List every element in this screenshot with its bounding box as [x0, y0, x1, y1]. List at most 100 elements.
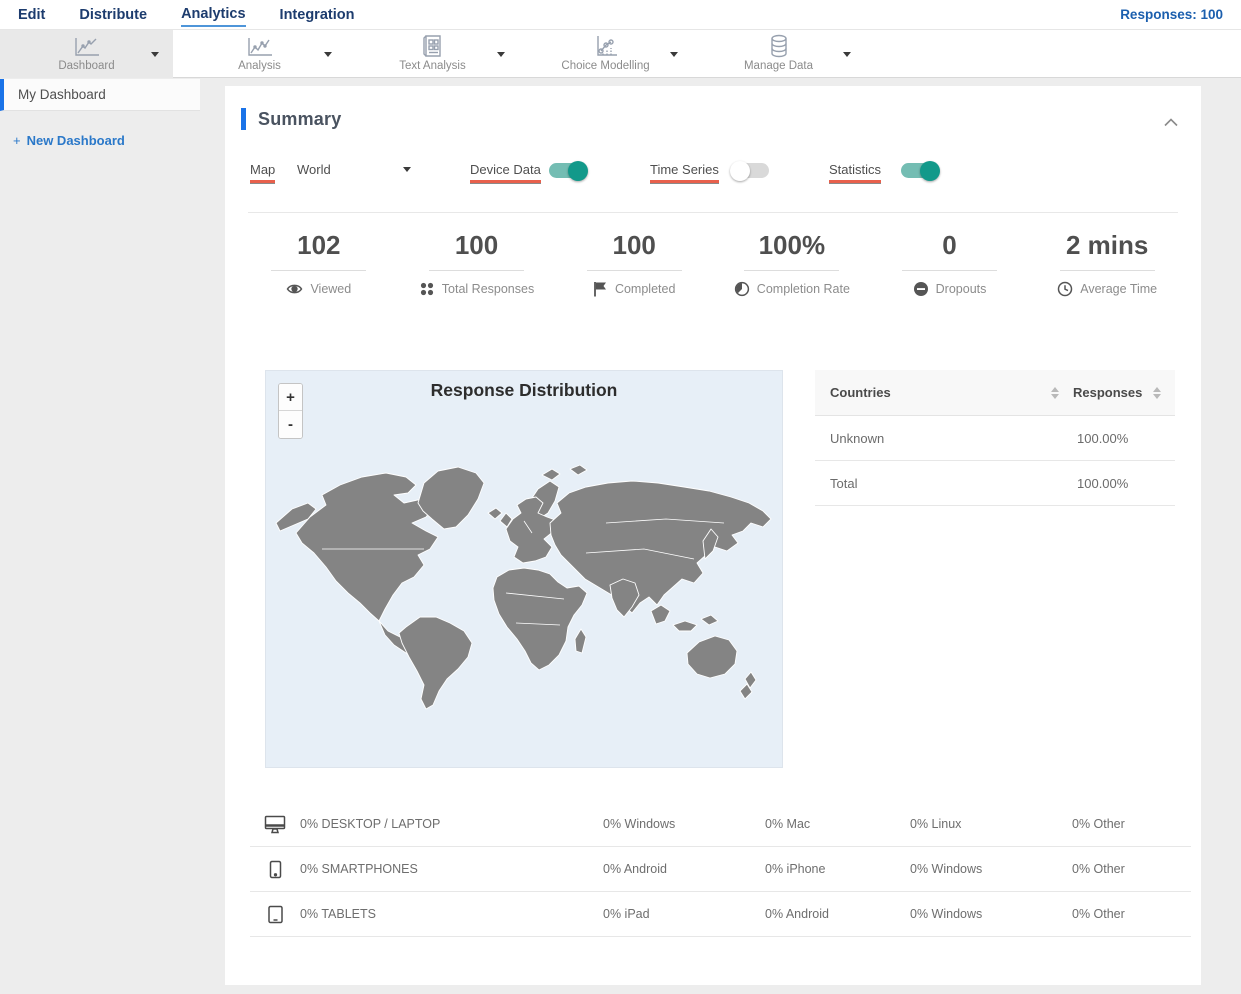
countries-column-header[interactable]: Countries: [830, 385, 1051, 400]
tab-label: Dashboard: [58, 60, 115, 72]
tab-label: Manage Data: [743, 60, 814, 72]
sidebar-item-my-dashboard[interactable]: My Dashboard: [0, 79, 200, 111]
map-zoom-controls: + -: [278, 383, 303, 439]
tab-dashboard[interactable]: Dashboard: [0, 30, 173, 78]
zoom-out-button[interactable]: -: [279, 411, 302, 438]
document-grid-icon: [421, 35, 445, 58]
chevron-down-icon[interactable]: [843, 52, 851, 57]
divider: [902, 270, 998, 271]
map-region-india: [609, 578, 640, 618]
divider: [429, 270, 524, 271]
stat-total-responses: 100 Total Responses: [398, 230, 556, 297]
stat-value: 102: [297, 230, 341, 260]
device-stat: 0% Windows: [910, 862, 983, 876]
dashboard-sidebar: My Dashboard + New Dashboard: [0, 79, 200, 994]
desktop-icon: [264, 815, 286, 833]
device-row-smartphones: 0% SMARTPHONES 0% Android 0% iPhone 0% W…: [250, 847, 1191, 892]
plus-icon: +: [13, 133, 21, 148]
time-series-label: Time Series: [650, 162, 719, 183]
map-title: Response Distribution: [430, 380, 618, 400]
stat-label: Average Time: [1080, 282, 1158, 296]
countries-table: Countries Responses Unknown 100.00% Tota…: [815, 370, 1175, 506]
device-label: 0% TABLETS: [300, 907, 376, 921]
collapse-section-button[interactable]: [1163, 114, 1179, 132]
stat-label: Dropouts: [935, 282, 987, 296]
chevron-down-icon[interactable]: [670, 52, 678, 57]
analytics-toolbar: Dashboard Analysis Text Analysis Choice …: [0, 30, 1241, 78]
countries-table-header: Countries Responses: [815, 370, 1175, 416]
section-accent-bar: [241, 108, 246, 130]
map-region-south-america: [398, 616, 473, 710]
world-map[interactable]: [266, 371, 782, 767]
responses-count-link[interactable]: Responses: 100: [1120, 7, 1223, 22]
responses-column-header[interactable]: Responses: [1073, 385, 1153, 400]
summary-controls: Map World Device Data Time Series Statis…: [225, 156, 1201, 188]
country-name: Total: [830, 475, 858, 491]
database-icon: [767, 34, 791, 58]
nav-item-integration[interactable]: Integration: [280, 3, 355, 26]
sidebar-item-label: My Dashboard: [18, 87, 106, 102]
sort-icon[interactable]: [1153, 386, 1161, 399]
response-map-panel: Response Distribution + -: [265, 370, 783, 768]
stat-value: 100: [454, 230, 499, 260]
zoom-in-button[interactable]: +: [279, 384, 302, 411]
line-chart-icon: [72, 36, 102, 58]
tab-label: Choice Modelling: [561, 60, 650, 72]
map-region-new-guinea: [700, 614, 719, 626]
toggle-knob: [730, 160, 750, 181]
country-responses: 100.00%: [1077, 475, 1129, 491]
chevron-down-icon[interactable]: [324, 52, 332, 57]
map-region-dropdown[interactable]: World: [297, 162, 411, 177]
nav-item-distribute[interactable]: Distribute: [79, 3, 147, 26]
new-dashboard-button[interactable]: + New Dashboard: [13, 133, 200, 148]
map-label: Map: [250, 162, 276, 183]
summary-card: Summary Map World Device Data Time Serie…: [225, 86, 1201, 985]
stat-value: 2 mins: [1066, 230, 1149, 260]
device-data-toggle[interactable]: [549, 160, 588, 181]
top-navigation: Edit Distribute Analytics Integration Re…: [0, 0, 1241, 30]
map-region-iceland: [487, 507, 503, 520]
stat-dropouts: 0 Dropouts: [871, 230, 1029, 297]
toggle-knob: [920, 160, 940, 181]
summary-header: Summary: [241, 108, 341, 130]
divider: [586, 270, 682, 271]
minus-circle-icon: [913, 282, 928, 296]
tab-choice-modelling[interactable]: Choice Modelling: [519, 30, 692, 78]
smartphone-icon: [269, 860, 282, 878]
stat-value: 100: [612, 230, 656, 260]
toggle-knob: [568, 160, 588, 181]
nav-item-edit[interactable]: Edit: [18, 3, 45, 26]
device-stat: 0% Linux: [910, 817, 962, 831]
divider: [1059, 270, 1155, 271]
tab-analysis[interactable]: Analysis: [173, 30, 346, 78]
tab-text-analysis[interactable]: Text Analysis: [346, 30, 519, 78]
page-title: Summary: [258, 108, 342, 129]
stat-label: Viewed: [310, 282, 352, 296]
chevron-down-icon[interactable]: [151, 52, 159, 57]
statistics-toggle[interactable]: [901, 160, 940, 181]
chevron-up-icon: [1164, 118, 1178, 127]
dots-grid-icon: [420, 282, 433, 296]
kpi-stats-row: 102 Viewed 100 Total Responses 100 Compl…: [240, 230, 1186, 297]
map-region-value: World: [297, 162, 331, 177]
time-series-toggle[interactable]: [730, 160, 769, 181]
statistics-label: Statistics: [829, 162, 882, 183]
stat-value: 100%: [758, 230, 826, 260]
eye-icon: [287, 284, 303, 294]
device-stat: 0% iPhone: [765, 862, 826, 876]
divider: [248, 212, 1178, 213]
tab-manage-data[interactable]: Manage Data: [692, 30, 865, 78]
map-region-arctic-island: [541, 468, 561, 481]
stat-average-time: 2 mins Average Time: [1028, 230, 1186, 297]
tab-label: Analysis: [238, 60, 281, 72]
sort-icon[interactable]: [1051, 386, 1059, 399]
stat-label: Completion Rate: [756, 282, 850, 296]
device-stat: 0% Mac: [765, 817, 811, 831]
nav-item-analytics[interactable]: Analytics: [181, 2, 246, 27]
line-chart-icon: [245, 36, 275, 58]
half-circle-icon: [734, 281, 749, 297]
map-region-greenland: [417, 466, 485, 530]
map-region-north-america: [295, 472, 439, 622]
scatter-chart-icon: [593, 36, 619, 58]
chevron-down-icon[interactable]: [497, 52, 505, 57]
